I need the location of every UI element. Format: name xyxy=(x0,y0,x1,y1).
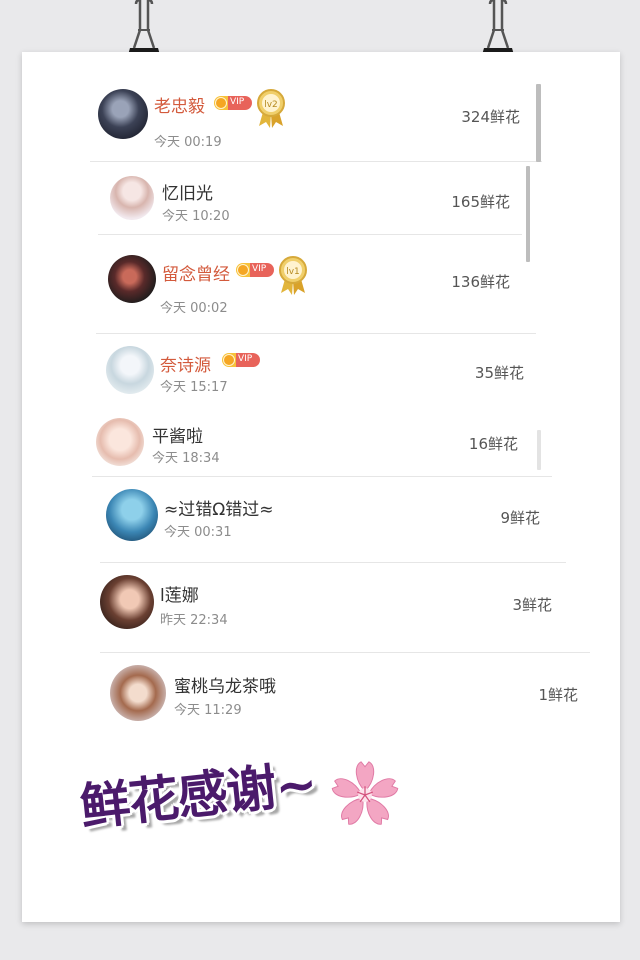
flower-count: 324鲜花 xyxy=(461,108,520,126)
sakura-flower-icon xyxy=(331,761,399,825)
avatar xyxy=(106,346,154,394)
username: 留念曾经 xyxy=(162,265,230,285)
list-item[interactable]: 留念曾经 VIP lv1 今天 00:02 136鲜花 xyxy=(96,235,536,334)
list-item[interactable]: 忆旧光 今天 10:20 165鲜花 xyxy=(98,162,522,235)
avatar xyxy=(100,575,154,629)
username: 奈诗源 xyxy=(160,356,211,376)
flower-count: 35鲜花 xyxy=(474,364,524,382)
list-item[interactable]: 老忠毅 VIP lv2 今天 00:19 324鲜花 xyxy=(90,80,542,162)
scrollbar[interactable] xyxy=(536,84,541,162)
username: 平酱啦 xyxy=(152,427,203,447)
avatar xyxy=(96,418,144,466)
svg-text:lv1: lv1 xyxy=(286,267,300,277)
timestamp: 今天 00:19 xyxy=(154,135,222,150)
flower-count: 16鲜花 xyxy=(468,435,518,453)
level-medal-icon: lv1 xyxy=(279,256,307,295)
flower-count: 3鲜花 xyxy=(512,596,552,614)
avatar xyxy=(106,489,158,541)
list-item[interactable]: l莲娜 昨天 22:34 3鲜花 xyxy=(90,563,590,653)
vip-badge-icon: VIP xyxy=(236,263,274,277)
list-item[interactable]: 蜜桃乌龙茶哦 今天 11:29 1鲜花 xyxy=(100,653,590,733)
flower-count: 165鲜花 xyxy=(451,193,510,211)
avatar xyxy=(98,89,148,139)
username: 老忠毅 xyxy=(154,97,205,117)
avatar xyxy=(110,665,166,721)
flower-count: 136鲜花 xyxy=(451,273,510,291)
username: 忆旧光 xyxy=(162,184,213,204)
vip-badge-icon: VIP xyxy=(214,96,252,110)
timestamp: 今天 00:02 xyxy=(160,301,228,316)
timestamp: 昨天 22:34 xyxy=(160,613,228,628)
username: l莲娜 xyxy=(160,586,199,606)
avatar xyxy=(108,255,156,303)
level-medal-icon: lv2 xyxy=(257,89,285,128)
username: 蜜桃乌龙茶哦 xyxy=(174,677,276,697)
timestamp: 今天 11:29 xyxy=(174,703,242,718)
list-item[interactable]: 平酱啦 今天 18:34 16鲜花 xyxy=(92,404,552,477)
scrollbar[interactable] xyxy=(537,430,541,470)
svg-text:lv2: lv2 xyxy=(264,100,278,110)
list-item[interactable]: 奈诗源 VIP 今天 15:17 35鲜花 xyxy=(94,334,544,404)
flower-count: 1鲜花 xyxy=(538,686,578,704)
timestamp: 今天 15:17 xyxy=(160,380,228,395)
timestamp: 今天 10:20 xyxy=(162,209,230,224)
timestamp: 今天 18:34 xyxy=(152,451,220,466)
list-item[interactable]: ≈过错Ω错过≈ 今天 00:31 9鲜花 xyxy=(100,477,566,563)
flower-count: 9鲜花 xyxy=(500,509,540,527)
timestamp: 今天 00:31 xyxy=(164,525,232,540)
username: ≈过错Ω错过≈ xyxy=(164,500,274,520)
vip-badge-icon: VIP xyxy=(222,353,260,367)
avatar xyxy=(110,176,154,220)
